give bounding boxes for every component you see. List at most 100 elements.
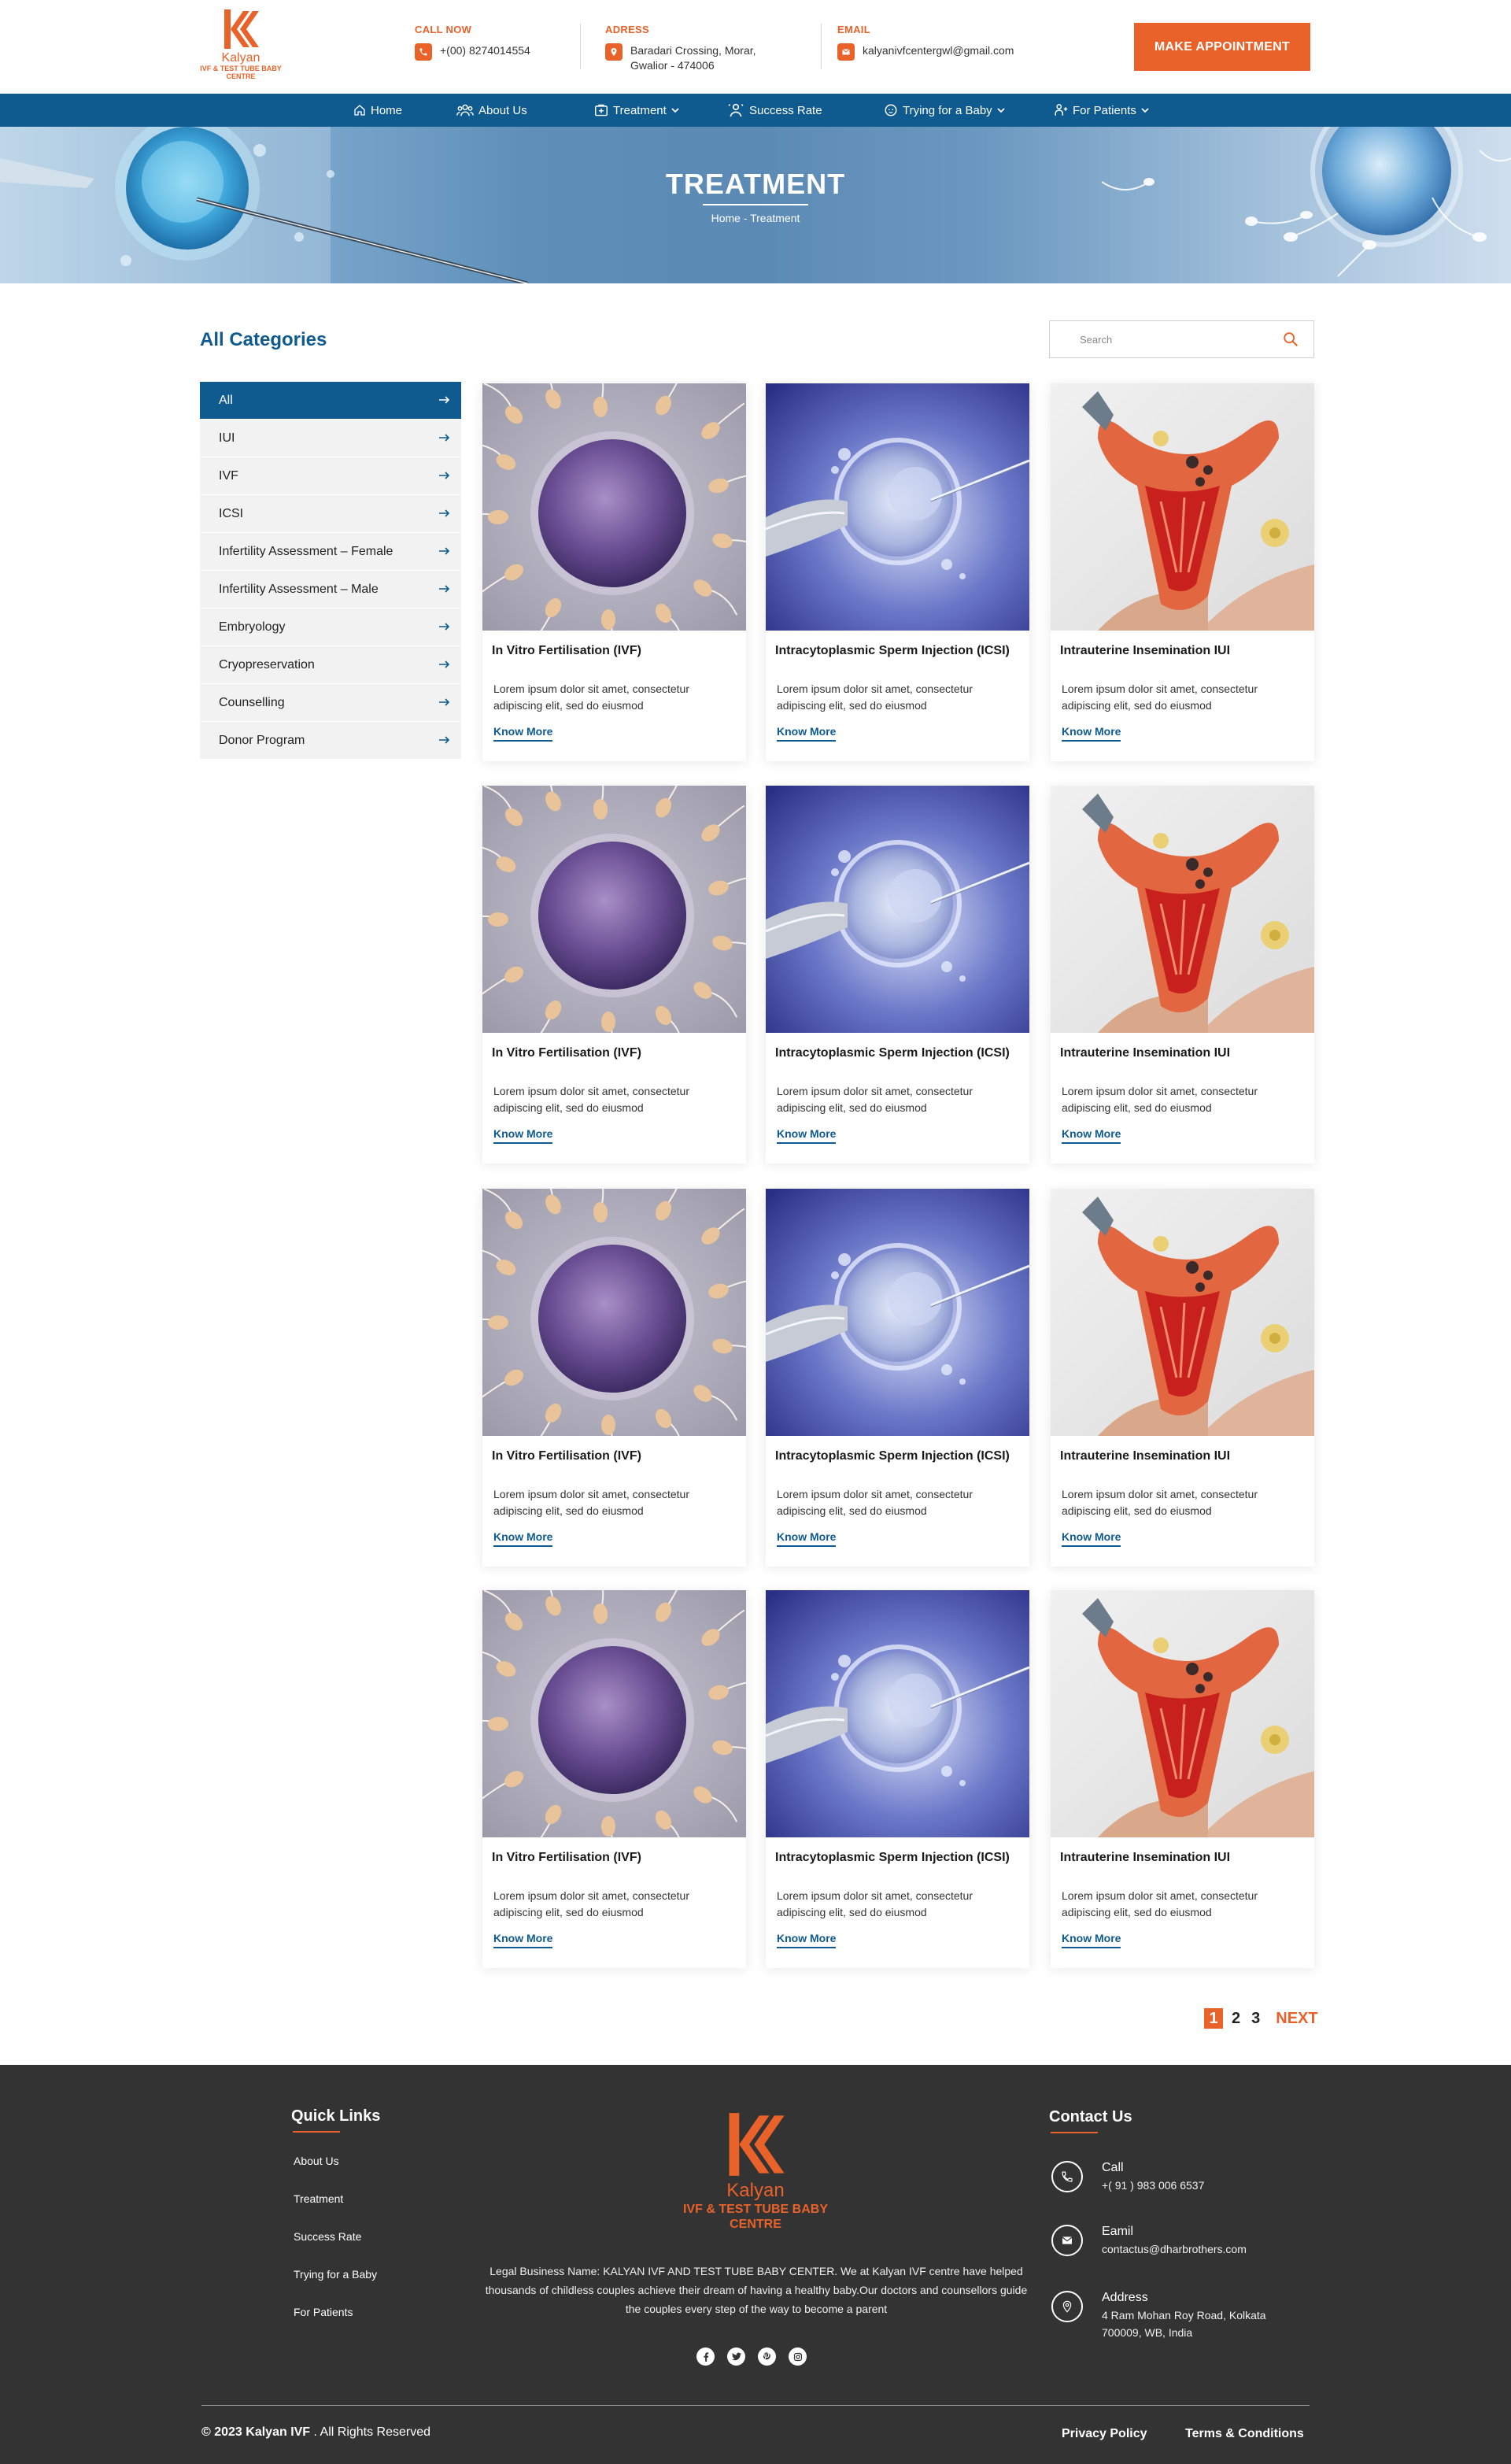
quick-links-heading: Quick Links bbox=[291, 2107, 381, 2125]
treatment-image[interactable] bbox=[482, 383, 746, 631]
next-page-button[interactable]: NEXT bbox=[1273, 2010, 1320, 2028]
know-more-link[interactable]: Know More bbox=[493, 1932, 553, 1948]
category-label: Donor Program bbox=[219, 733, 305, 747]
treatment-card[interactable]: In Vitro Fertilisation (IVF) Lorem ipsum … bbox=[482, 786, 746, 1164]
treatment-card[interactable]: Intracytoplasmic Sperm Injection (ICSI) L… bbox=[766, 383, 1029, 761]
nav-success-label: Success Rate bbox=[749, 103, 822, 117]
privacy-policy-link[interactable]: Privacy Policy bbox=[1062, 2427, 1147, 2441]
page-2-button[interactable]: 2 bbox=[1229, 2010, 1243, 2028]
email-value[interactable]: kalyanivfcentergwl@gmail.com bbox=[863, 43, 1014, 58]
treatment-card[interactable]: Intrauterine Insemination IUI Lorem ipsum… bbox=[1051, 1590, 1314, 1968]
nav-treatment-label: Treatment bbox=[613, 103, 667, 117]
treatment-image[interactable] bbox=[766, 383, 1029, 631]
category-label: Cryopreservation bbox=[219, 657, 315, 671]
footer-quick-link[interactable]: For Patients bbox=[294, 2306, 353, 2318]
treatment-card[interactable]: Intracytoplasmic Sperm Injection (ICSI) L… bbox=[766, 1590, 1029, 1968]
contact-call[interactable]: Call +( 91 ) 983 006 6537 bbox=[1051, 2161, 1204, 2194]
category-item[interactable]: Embryology bbox=[200, 609, 461, 646]
treatment-image[interactable] bbox=[482, 786, 746, 1033]
category-item[interactable]: Counselling bbox=[200, 684, 461, 722]
category-label: IUI bbox=[219, 431, 235, 445]
nav-for-patients[interactable]: For Patients bbox=[1054, 94, 1149, 127]
treatment-image[interactable] bbox=[1051, 383, 1314, 631]
know-more-link[interactable]: Know More bbox=[493, 1127, 553, 1144]
category-item[interactable]: Infertility Assessment – Male bbox=[200, 571, 461, 609]
treatment-image[interactable] bbox=[766, 1189, 1029, 1436]
treatment-card[interactable]: In Vitro Fertilisation (IVF) Lorem ipsum … bbox=[482, 1189, 746, 1567]
treatment-card[interactable]: Intrauterine Insemination IUI Lorem ipsum… bbox=[1051, 383, 1314, 761]
treatment-image[interactable] bbox=[766, 1590, 1029, 1837]
nav-baby-label: Trying for a Baby bbox=[903, 103, 992, 117]
know-more-link[interactable]: Know More bbox=[493, 725, 553, 742]
page-3-button[interactable]: 3 bbox=[1249, 2010, 1262, 2028]
treatment-card[interactable]: In Vitro Fertilisation (IVF) Lorem ipsum … bbox=[482, 1590, 746, 1968]
address-line-1: Baradari Crossing, Morar, bbox=[630, 44, 756, 57]
treatment-image[interactable] bbox=[766, 786, 1029, 1033]
twitter-icon[interactable] bbox=[727, 2347, 745, 2366]
contact-address-label: Address bbox=[1102, 2291, 1148, 2304]
treatment-card[interactable]: In Vitro Fertilisation (IVF) Lorem ipsum … bbox=[482, 383, 746, 761]
success-icon bbox=[728, 103, 744, 117]
nav-treatment[interactable]: Treatment bbox=[594, 94, 679, 127]
facebook-icon[interactable] bbox=[696, 2347, 715, 2366]
search-icon[interactable] bbox=[1282, 331, 1299, 348]
treatment-card[interactable]: Intrauterine Insemination IUI Lorem ipsum… bbox=[1051, 786, 1314, 1164]
nav-trying-for-a-baby[interactable]: Trying for a Baby bbox=[884, 94, 1005, 127]
search-input[interactable] bbox=[1080, 333, 1282, 346]
know-more-link[interactable]: Know More bbox=[777, 1530, 837, 1547]
nav-home[interactable]: Home bbox=[353, 94, 402, 127]
footer-quick-link[interactable]: Success Rate bbox=[294, 2230, 361, 2243]
category-item[interactable]: All bbox=[200, 382, 461, 420]
know-more-link[interactable]: Know More bbox=[777, 1127, 837, 1144]
treatment-image[interactable] bbox=[482, 1590, 746, 1837]
nav-success-rate[interactable]: Success Rate bbox=[727, 94, 822, 127]
treatment-title: In Vitro Fertilisation (IVF) bbox=[492, 1449, 641, 1463]
category-item[interactable]: ICSI bbox=[200, 495, 461, 533]
treatment-image[interactable] bbox=[1051, 1189, 1314, 1436]
category-item[interactable]: Infertility Assessment – Female bbox=[200, 533, 461, 571]
call-number[interactable]: +(00) 8274014554 bbox=[440, 43, 530, 58]
pinterest-icon[interactable] bbox=[758, 2347, 776, 2366]
category-item[interactable]: Cryopreservation bbox=[200, 646, 461, 684]
know-more-link[interactable]: Know More bbox=[1062, 1530, 1121, 1547]
nav-home-label: Home bbox=[371, 103, 403, 117]
treatment-image[interactable] bbox=[1051, 1590, 1314, 1837]
know-more-link[interactable]: Know More bbox=[1062, 1127, 1121, 1144]
category-label: ICSI bbox=[219, 506, 244, 520]
footer-quick-link[interactable]: About Us bbox=[294, 2155, 339, 2167]
treatment-image[interactable] bbox=[1051, 786, 1314, 1033]
know-more-link[interactable]: Know More bbox=[777, 1932, 837, 1948]
footer-quick-link[interactable]: Trying for a Baby bbox=[294, 2268, 377, 2281]
treatment-title: Intracytoplasmic Sperm Injection (ICSI) bbox=[775, 644, 1010, 657]
know-more-link[interactable]: Know More bbox=[1062, 725, 1121, 742]
footer-quick-link[interactable]: Treatment bbox=[294, 2192, 343, 2205]
page-1-button[interactable]: 1 bbox=[1204, 2008, 1223, 2029]
site-logo[interactable]: Kalyan IVF & TEST TUBE BABY CENTRE bbox=[194, 8, 288, 80]
phone-icon bbox=[1051, 2161, 1083, 2192]
nav-about-us[interactable]: About Us bbox=[456, 94, 527, 127]
know-more-link[interactable]: Know More bbox=[493, 1530, 553, 1547]
treatment-card[interactable]: Intracytoplasmic Sperm Injection (ICSI) L… bbox=[766, 786, 1029, 1164]
contact-email[interactable]: Eamil contactus@dharbrothers.com bbox=[1051, 2225, 1247, 2258]
arrow-right-icon bbox=[439, 469, 450, 483]
know-more-link[interactable]: Know More bbox=[777, 725, 837, 742]
contact-call-value: +( 91 ) 983 006 6537 bbox=[1102, 2179, 1205, 2192]
category-item[interactable]: IVF bbox=[200, 457, 461, 495]
instagram-icon[interactable] bbox=[789, 2347, 807, 2366]
treatment-title: Intrauterine Insemination IUI bbox=[1060, 644, 1231, 657]
footer-logo[interactable]: Kalyan IVF & TEST TUBE BABY CENTRE bbox=[673, 2111, 838, 2232]
header-address: ADRESS Baradari Crossing, Morar, Gwalior… bbox=[605, 24, 756, 73]
footer-logo-subtitle-2: CENTRE bbox=[730, 2218, 781, 2231]
treatment-description: Lorem ipsum dolor sit amet, consectetur … bbox=[1062, 1085, 1258, 1114]
know-more-link[interactable]: Know More bbox=[1062, 1932, 1121, 1948]
treatment-card[interactable]: Intrauterine Insemination IUI Lorem ipsum… bbox=[1051, 1189, 1314, 1567]
make-appointment-button[interactable]: MAKE APPOINTMENT bbox=[1134, 23, 1310, 71]
category-item[interactable]: IUI bbox=[200, 420, 461, 457]
treatment-card[interactable]: Intracytoplasmic Sperm Injection (ICSI) L… bbox=[766, 1189, 1029, 1567]
page-title: TREATMENT bbox=[665, 168, 846, 200]
treatment-image[interactable] bbox=[482, 1189, 746, 1436]
category-item[interactable]: Donor Program bbox=[200, 722, 461, 760]
terms-conditions-link[interactable]: Terms & Conditions bbox=[1185, 2427, 1304, 2441]
arrow-right-icon bbox=[439, 658, 450, 672]
treatment-description: Lorem ipsum dolor sit amet, consectetur … bbox=[493, 1488, 689, 1517]
